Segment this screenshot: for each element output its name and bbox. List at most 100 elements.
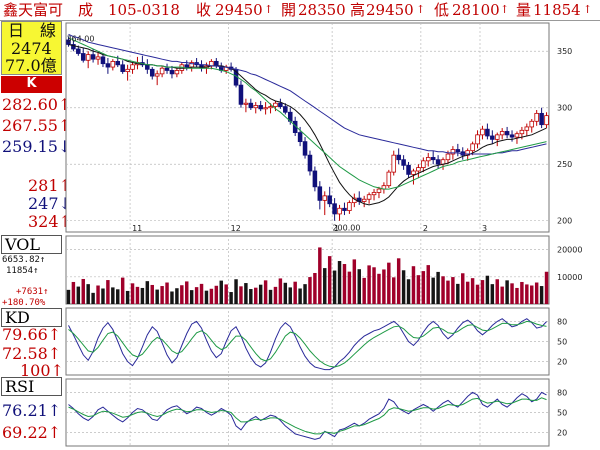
volume-bar <box>372 267 376 304</box>
candle-down <box>327 195 332 205</box>
volume-bar <box>342 264 347 304</box>
month-tick-label: 11 <box>132 224 142 233</box>
candle-down <box>504 131 510 136</box>
volume-bar <box>411 266 416 304</box>
volume-bar <box>106 280 110 304</box>
candle-down <box>430 157 436 161</box>
candle-up <box>85 54 91 61</box>
chart-area[interactable]: 20025030035011 12 1 2 3364.00200.00100002000… <box>0 0 600 450</box>
month-tick-label: 3 <box>482 224 487 233</box>
candle-down <box>396 154 401 161</box>
volume-bar <box>204 290 209 304</box>
candle-up <box>174 70 180 75</box>
volume-bar <box>293 281 297 304</box>
volume-bar <box>357 269 361 304</box>
volume-bar <box>401 270 406 304</box>
volume-bar <box>175 288 179 304</box>
volume-bar <box>406 279 411 304</box>
candle-up <box>361 198 367 202</box>
candle-down <box>258 105 263 110</box>
candle-down <box>312 170 318 188</box>
volume-bar <box>337 261 342 304</box>
candle-down <box>455 149 461 153</box>
candle-down <box>80 53 86 61</box>
volume-bar <box>446 280 450 304</box>
candle-down <box>115 61 121 66</box>
volume-bar <box>465 281 470 304</box>
candle-up <box>268 106 273 109</box>
volume-bar <box>461 273 465 304</box>
volume-bar <box>298 288 302 304</box>
volume-bar <box>199 283 204 304</box>
candle-up <box>544 115 549 126</box>
candle-down <box>164 67 170 71</box>
volume-bar <box>327 256 332 304</box>
volume-bar <box>140 287 145 304</box>
candle-down <box>283 106 288 113</box>
candle-down <box>214 61 219 67</box>
volume-bar <box>239 286 243 304</box>
price-y-tick-label: 200 <box>557 217 572 226</box>
volume-bar <box>263 280 268 304</box>
candle-up <box>154 73 160 77</box>
month-tick-label: 2 <box>423 224 428 233</box>
candle-down <box>145 64 150 70</box>
candle-up <box>499 131 505 136</box>
volume-bar <box>194 287 199 304</box>
price-y-tick-label: 250 <box>557 160 572 169</box>
candle-up <box>445 153 451 161</box>
candle-up <box>322 195 328 201</box>
candle-up <box>273 102 278 107</box>
volume-bar <box>120 277 125 304</box>
volume-bar <box>116 289 120 304</box>
candle-up <box>470 143 475 152</box>
candle-up <box>263 107 268 110</box>
volume-bar <box>101 288 105 304</box>
volume-bar <box>470 278 475 304</box>
candle-down <box>342 207 347 211</box>
candle-down <box>169 70 175 75</box>
volume-bar <box>347 271 352 304</box>
volume-bar <box>66 289 71 304</box>
month-tick-label: 12 <box>231 224 241 233</box>
volume-bar <box>510 283 514 304</box>
volume-bar <box>387 262 391 304</box>
candle-down <box>199 64 204 69</box>
volume-bar <box>500 286 504 304</box>
volume-bar <box>480 280 485 304</box>
candle-down <box>539 112 544 126</box>
rsi-y-tick-label: 20 <box>557 429 567 438</box>
volume-bar <box>288 287 292 304</box>
candle-up <box>411 170 416 175</box>
volume-bar <box>520 281 524 304</box>
candle-up <box>125 68 130 72</box>
volume-bar <box>180 285 184 304</box>
candle-up <box>416 167 421 172</box>
candle-up <box>95 56 101 60</box>
candle-down <box>278 102 283 107</box>
candle-up <box>514 133 520 138</box>
candle-down <box>297 132 303 143</box>
volume-bar <box>91 292 95 304</box>
volume-bar <box>96 285 100 304</box>
volume-bar <box>145 281 150 304</box>
price-y-tick-label: 300 <box>557 104 572 113</box>
candle-up <box>366 194 372 200</box>
candle-down <box>509 134 515 138</box>
volume-bar <box>382 269 386 304</box>
volume-bar <box>244 283 248 304</box>
vol-y-tick-label: 20000 <box>557 246 582 255</box>
volume-bar <box>495 279 499 304</box>
candle-down <box>406 164 411 175</box>
price-annotation: 364.00 <box>66 34 94 43</box>
candle-up <box>480 128 485 136</box>
candle-up <box>159 67 165 75</box>
candle-down <box>317 186 323 201</box>
candle-down <box>485 128 490 137</box>
vol-y-tick-label: 10000 <box>557 273 582 282</box>
volume-bar <box>283 282 288 304</box>
volume-bar <box>249 289 253 304</box>
volume-bar <box>229 292 233 304</box>
candle-up <box>421 160 426 169</box>
volume-bar <box>111 287 115 304</box>
